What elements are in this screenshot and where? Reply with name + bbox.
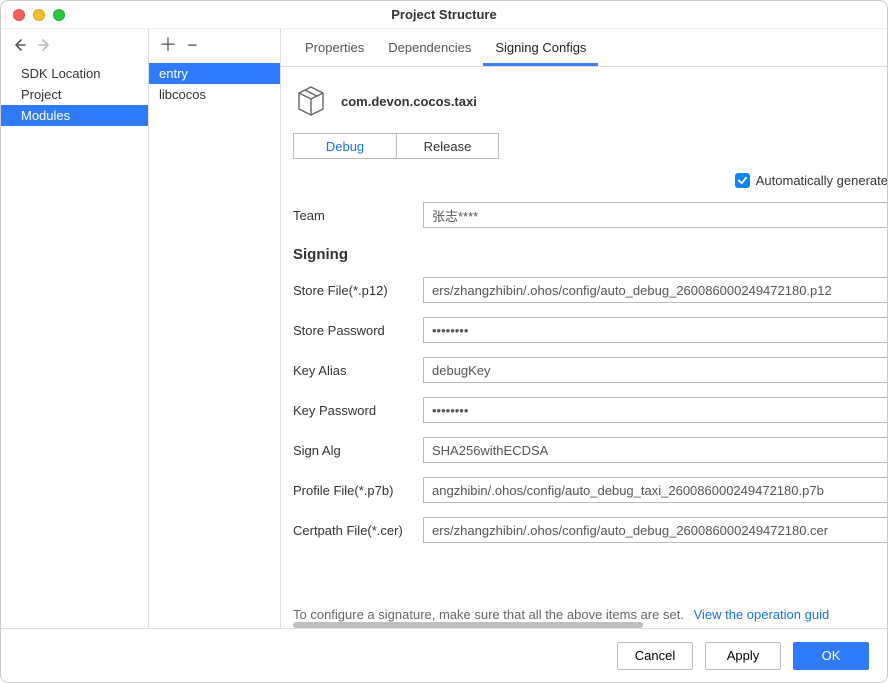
- auto-generate-checkbox[interactable]: [735, 173, 750, 188]
- segment-release[interactable]: Release: [396, 134, 498, 158]
- zoom-icon[interactable]: [53, 9, 65, 21]
- remove-module-icon[interactable]: −: [187, 37, 198, 53]
- signing-section-header: Signing: [293, 246, 887, 263]
- ok-button[interactable]: OK: [793, 642, 869, 670]
- tab-dependencies[interactable]: Dependencies: [376, 32, 483, 66]
- footer-note: To configure a signature, make sure that…: [293, 607, 887, 622]
- profile-file-field[interactable]: angzhibin/.ohos/config/auto_debug_taxi_2…: [423, 477, 887, 503]
- package-icon: [293, 83, 329, 119]
- project-structure-window: Project Structure SDK Location Project M…: [0, 0, 888, 683]
- cancel-button[interactable]: Cancel: [617, 642, 693, 670]
- nav-item-modules[interactable]: Modules: [1, 105, 148, 126]
- package-id: com.devon.cocos.taxi: [341, 94, 477, 109]
- auto-generate-row: Automatically generate: [293, 173, 887, 188]
- key-password-label: Key Password: [293, 403, 423, 418]
- team-field[interactable]: 张志****: [423, 202, 887, 228]
- store-file-label: Store File(*.p12): [293, 283, 423, 298]
- nav-item-project[interactable]: Project: [1, 84, 148, 105]
- dialog-footer: Cancel Apply OK: [1, 628, 887, 682]
- operation-guide-link[interactable]: View the operation guid: [694, 607, 830, 622]
- key-password-field[interactable]: ••••••••: [423, 397, 887, 423]
- key-alias-field[interactable]: debugKey: [423, 357, 887, 383]
- store-password-label: Store Password: [293, 323, 423, 338]
- segment-debug[interactable]: Debug: [294, 134, 396, 158]
- package-row: com.devon.cocos.taxi: [293, 83, 887, 119]
- detail-tabs: Properties Dependencies Signing Configs: [281, 29, 887, 67]
- horizontal-scrollbar[interactable]: [293, 622, 643, 628]
- profile-file-label: Profile File(*.p7b): [293, 483, 423, 498]
- modules-toolbar: ＋ −: [149, 29, 280, 61]
- apply-button[interactable]: Apply: [705, 642, 781, 670]
- signing-content: com.devon.cocos.taxi Debug Release Autom…: [281, 67, 887, 628]
- forward-icon: [37, 37, 53, 53]
- nav-list: SDK Location Project Modules: [1, 61, 148, 628]
- auto-generate-label: Automatically generate: [756, 173, 887, 188]
- certpath-file-label: Certpath File(*.cer): [293, 523, 423, 538]
- back-icon[interactable]: [11, 37, 27, 53]
- key-alias-label: Key Alias: [293, 363, 423, 378]
- nav-item-sdk-location[interactable]: SDK Location: [1, 63, 148, 84]
- add-module-icon[interactable]: ＋: [159, 37, 177, 53]
- dialog-body: SDK Location Project Modules ＋ − entry l…: [1, 29, 887, 628]
- minimize-icon[interactable]: [33, 9, 45, 21]
- module-item-libcocos[interactable]: libcocos: [149, 84, 280, 105]
- modules-sidebar: ＋ − entry libcocos: [149, 29, 281, 628]
- tab-properties[interactable]: Properties: [293, 32, 376, 66]
- nav-sidebar: SDK Location Project Modules: [1, 29, 149, 628]
- sign-alg-label: Sign Alg: [293, 443, 423, 458]
- tab-signing-configs[interactable]: Signing Configs: [483, 32, 598, 66]
- sign-alg-field[interactable]: SHA256withECDSA: [423, 437, 887, 463]
- store-password-field[interactable]: ••••••••: [423, 317, 887, 343]
- nav-toolbar: [1, 29, 148, 61]
- footer-note-text: To configure a signature, make sure that…: [293, 607, 684, 622]
- window-title: Project Structure: [1, 7, 887, 22]
- window-controls: [1, 9, 65, 21]
- store-file-field[interactable]: ers/zhangzhibin/.ohos/config/auto_debug_…: [423, 277, 887, 303]
- team-label: Team: [293, 208, 423, 223]
- module-item-entry[interactable]: entry: [149, 63, 280, 84]
- close-icon[interactable]: [13, 9, 25, 21]
- detail-panel: Properties Dependencies Signing Configs: [281, 29, 887, 628]
- certpath-file-field[interactable]: ers/zhangzhibin/.ohos/config/auto_debug_…: [423, 517, 887, 543]
- modules-list: entry libcocos: [149, 61, 280, 628]
- build-type-segment: Debug Release: [293, 133, 499, 159]
- titlebar: Project Structure: [1, 1, 887, 29]
